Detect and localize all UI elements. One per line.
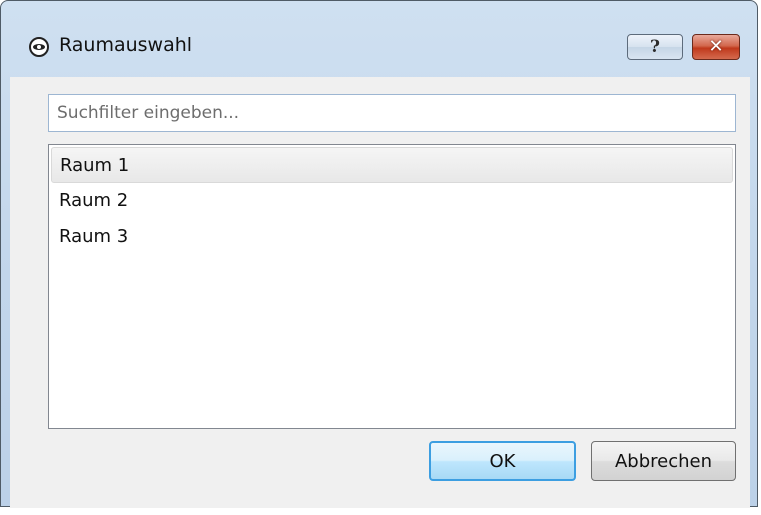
question-mark-icon: ? [650,36,660,57]
search-filter-input[interactable] [48,94,736,132]
eye-icon [29,37,49,57]
room-selection-dialog: Raumauswahl ? ✕ Raum 1 Raum 2 Raum 3 OK … [0,0,758,508]
cancel-button[interactable]: Abbrechen [591,441,736,481]
list-item-raum-1[interactable]: Raum 1 [51,147,733,183]
room-list[interactable]: Raum 1 Raum 2 Raum 3 [48,144,736,429]
window-title: Raumauswahl [59,34,193,56]
title-bar[interactable]: Raumauswahl ? ✕ [1,1,757,77]
list-item-raum-3[interactable]: Raum 3 [51,219,733,255]
close-icon: ✕ [708,36,724,57]
list-item-raum-2[interactable]: Raum 2 [51,183,733,219]
ok-button[interactable]: OK [429,441,576,481]
close-button[interactable]: ✕ [692,34,740,60]
help-button[interactable]: ? [627,34,683,60]
dialog-content: Raum 1 Raum 2 Raum 3 OK Abbrechen [10,77,750,508]
